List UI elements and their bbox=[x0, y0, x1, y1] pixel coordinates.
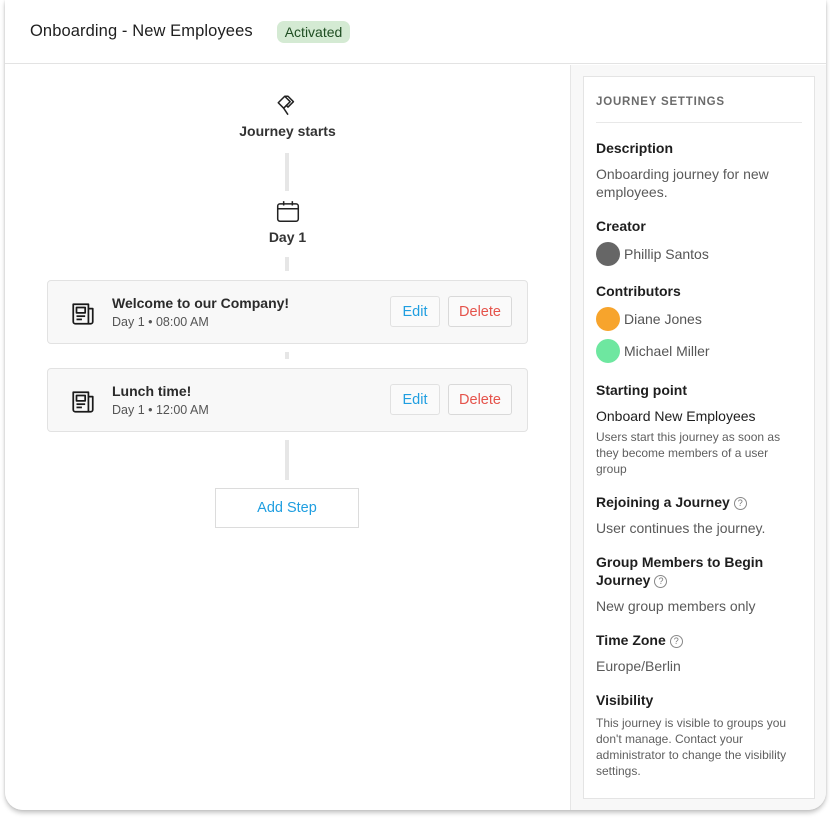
rejoining-label-text: Rejoining a Journey bbox=[596, 494, 730, 510]
description-value: Onboarding journey for new employees. bbox=[596, 166, 769, 200]
connector-line bbox=[285, 440, 289, 480]
contributors-label: Contributors bbox=[596, 283, 681, 299]
time-zone-value: Europe/Berlin bbox=[596, 658, 681, 674]
edit-step-button[interactable]: Edit bbox=[390, 296, 440, 327]
step-title: Welcome to our Company! bbox=[112, 295, 290, 311]
starting-point-label: Starting point bbox=[596, 382, 687, 398]
help-icon[interactable]: ? bbox=[669, 635, 683, 648]
add-step-button[interactable]: Add Step bbox=[215, 488, 359, 528]
journey-start-label: Journey starts bbox=[239, 123, 336, 139]
avatar bbox=[596, 307, 620, 331]
rejoining-value: User continues the journey. bbox=[596, 520, 766, 536]
step-title: Lunch time! bbox=[112, 383, 192, 399]
connector-line bbox=[285, 352, 289, 359]
group-members-label-text: Group Members to Begin Journey bbox=[596, 554, 764, 588]
help-icon[interactable]: ? bbox=[654, 575, 668, 588]
contributor: Diane Jones bbox=[596, 307, 802, 331]
visibility-value: This journey is visible to groups you do… bbox=[596, 716, 787, 778]
connector-line bbox=[285, 153, 289, 191]
contributor: Michael Miller bbox=[596, 339, 802, 363]
creator-name: Phillip Santos bbox=[624, 246, 709, 262]
settings-sidebar: JOURNEY SETTINGS Description Onboarding … bbox=[570, 65, 826, 810]
avatar bbox=[596, 242, 620, 266]
rejoining-label: Rejoining a Journey? bbox=[596, 493, 802, 511]
journey-canvas: Journey starts Day 1 Welcome to our Comp… bbox=[5, 65, 570, 810]
contributor-name: Diane Jones bbox=[624, 311, 702, 327]
step-schedule: Day 1 • 12:00 AM bbox=[112, 403, 209, 417]
group-members-value: New group members only bbox=[596, 598, 756, 614]
flag-icon bbox=[276, 95, 294, 116]
creator-label: Creator bbox=[596, 218, 646, 234]
newspaper-icon bbox=[72, 391, 94, 413]
time-zone-label: Time Zone? bbox=[596, 631, 802, 649]
contributor-name: Michael Miller bbox=[624, 343, 710, 359]
step-card[interactable]: Lunch time! Day 1 • 12:00 AM Edit Delete bbox=[47, 368, 528, 432]
connector-line bbox=[285, 257, 289, 271]
edit-step-button[interactable]: Edit bbox=[390, 384, 440, 415]
time-zone-label-text: Time Zone bbox=[596, 632, 666, 648]
status-badge: Activated bbox=[276, 20, 351, 43]
newspaper-icon bbox=[72, 303, 94, 325]
day-node: Day 1 bbox=[5, 199, 570, 245]
creator: Phillip Santos bbox=[596, 242, 802, 266]
group-members-label: Group Members to Begin Journey? bbox=[596, 553, 802, 589]
step-schedule: Day 1 • 08:00 AM bbox=[112, 315, 209, 329]
journey-window: Onboarding - New Employees Activated Jou… bbox=[5, 0, 826, 810]
calendar-icon bbox=[276, 201, 299, 222]
description-label: Description bbox=[596, 140, 674, 156]
page-title: Onboarding - New Employees bbox=[30, 22, 253, 40]
settings-title: JOURNEY SETTINGS bbox=[596, 77, 802, 123]
avatar bbox=[596, 339, 620, 363]
step-card[interactable]: Welcome to our Company! Day 1 • 08:00 AM… bbox=[47, 280, 528, 344]
journey-settings-card: JOURNEY SETTINGS Description Onboarding … bbox=[583, 76, 815, 799]
starting-point-detail: Users start this journey as soon as they… bbox=[596, 430, 781, 476]
starting-point-name: Onboard New Employees bbox=[596, 408, 756, 424]
delete-step-button[interactable]: Delete bbox=[448, 384, 512, 415]
header: Onboarding - New Employees Activated bbox=[5, 0, 826, 64]
delete-step-button[interactable]: Delete bbox=[448, 296, 512, 327]
journey-start-node: Journey starts bbox=[5, 93, 570, 139]
visibility-label: Visibility bbox=[596, 692, 654, 708]
day-label: Day 1 bbox=[268, 229, 307, 245]
help-icon[interactable]: ? bbox=[733, 497, 747, 510]
